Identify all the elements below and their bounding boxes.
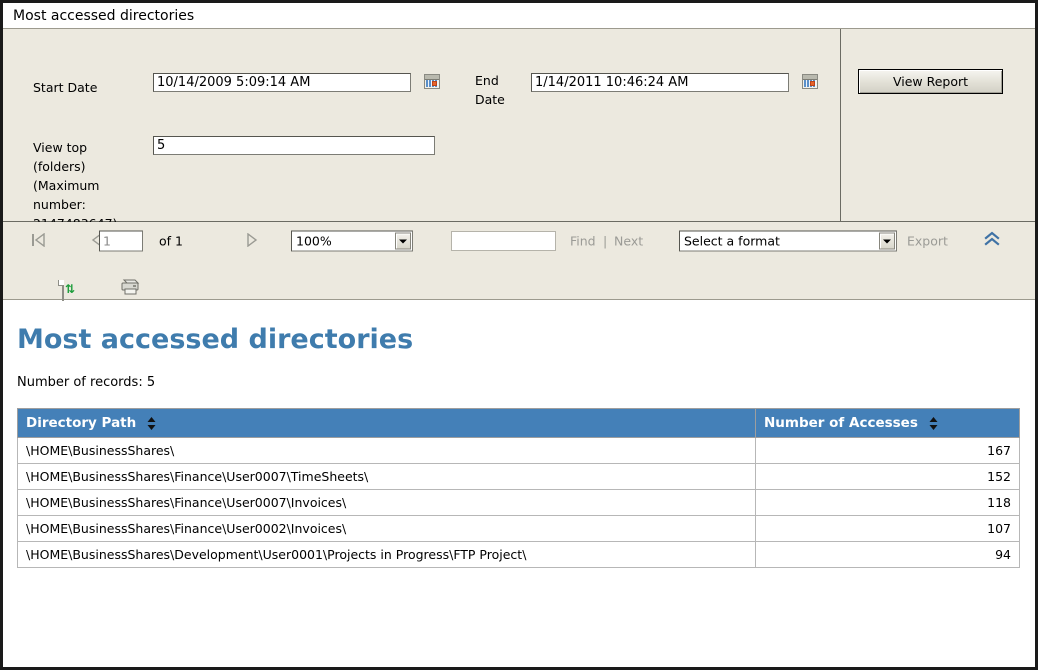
calendar-today-marker: [432, 81, 438, 86]
column-header-directory-path[interactable]: Directory Path: [17, 408, 756, 438]
start-date-input-wrap: [153, 71, 441, 92]
table-header: Directory Path Number of Accesses: [17, 408, 1020, 438]
export-format-select[interactable]: Select a format: [679, 230, 897, 252]
end-date-label-wrap: End Date: [475, 70, 525, 108]
find-input[interactable]: [451, 231, 556, 251]
next-page-icon[interactable]: [245, 233, 261, 249]
report-title: Most accessed directories: [17, 324, 414, 355]
print-icon[interactable]: [120, 279, 142, 300]
cell-number-of-accesses: 167: [755, 437, 1020, 464]
sort-toggle-icon[interactable]: [147, 416, 156, 430]
zoom-select[interactable]: 100%: [291, 230, 413, 252]
cell-directory-path: \HOME\BusinessShares\Development\User000…: [17, 541, 756, 568]
report-content: Most accessed directories Number of reco…: [3, 300, 1035, 568]
calendar-icon-start[interactable]: [424, 74, 441, 89]
cell-directory-path: \HOME\BusinessShares\: [17, 437, 756, 464]
table-header-row: Directory Path Number of Accesses: [17, 408, 1020, 438]
find-next-separator: |: [603, 233, 608, 249]
parameter-panel: Start Date End Date: [3, 29, 1035, 231]
next-link[interactable]: Next: [614, 234, 643, 249]
table-row: \HOME\BusinessShares\Finance\User0007\In…: [17, 489, 1020, 516]
end-date-input-wrap: [531, 71, 819, 92]
sort-toggle-icon[interactable]: [929, 416, 938, 430]
export-format-value: Select a format: [684, 233, 780, 249]
page-fold: [58, 280, 64, 286]
view-report-button-wrap: View Report: [858, 69, 1003, 94]
table-row: \HOME\BusinessShares\Finance\User0007\Ti…: [17, 463, 1020, 490]
end-date-label: End Date: [475, 73, 505, 107]
find-link[interactable]: Find: [570, 234, 596, 249]
view-top-label-wrap: View top (folders) (Maximum number: 2147…: [33, 137, 143, 232]
column-header-label: Directory Path: [26, 415, 137, 431]
start-date-field-group: Start Date: [33, 77, 97, 96]
table-body: \HOME\BusinessShares\ 167 \HOME\Business…: [17, 437, 1020, 568]
cell-number-of-accesses: 118: [755, 489, 1020, 516]
chevron-down-icon[interactable]: [879, 232, 895, 250]
report-toolbar: of 1 100% Find | Next Sele: [3, 222, 1035, 301]
cell-directory-path: \HOME\BusinessShares\Finance\User0007\Ti…: [17, 463, 756, 490]
calendar-icon-end[interactable]: [802, 74, 819, 89]
cell-number-of-accesses: 94: [755, 541, 1020, 568]
chevron-double-up-icon[interactable]: [983, 231, 1001, 251]
refresh-icon[interactable]: ⇅: [58, 280, 75, 301]
end-date-input[interactable]: [531, 73, 789, 92]
chevron-down-icon[interactable]: [395, 232, 411, 250]
report-viewer-window: Most accessed directories Start Date End…: [0, 0, 1038, 670]
zoom-select-value: 100%: [296, 233, 332, 249]
column-header-number-of-accesses[interactable]: Number of Accesses: [755, 408, 1020, 438]
view-report-button[interactable]: View Report: [858, 69, 1003, 94]
start-date-input[interactable]: [153, 73, 411, 92]
first-page-icon[interactable]: [31, 233, 47, 249]
table-row: \HOME\BusinessShares\ 167: [17, 437, 1020, 464]
column-header-label: Number of Accesses: [764, 415, 918, 431]
cell-directory-path: \HOME\BusinessShares\Finance\User0007\In…: [17, 489, 756, 516]
view-top-label: View top (folders) (Maximum number: 2147…: [33, 140, 117, 231]
cell-directory-path: \HOME\BusinessShares\Finance\User0002\In…: [17, 515, 756, 542]
cell-number-of-accesses: 107: [755, 515, 1020, 542]
toolbar-row-actions: ⇅: [3, 260, 1035, 301]
table-row: \HOME\BusinessShares\Development\User000…: [17, 541, 1020, 568]
view-top-input[interactable]: [153, 136, 435, 155]
table-row: \HOME\BusinessShares\Finance\User0002\In…: [17, 515, 1020, 542]
page-number-input[interactable]: [99, 230, 143, 252]
record-count-label: Number of records: 5: [17, 375, 156, 390]
view-top-input-wrap: [153, 134, 435, 155]
refresh-arrows: ⇅: [65, 282, 76, 296]
parameter-fields-area: Start Date End Date: [3, 29, 841, 231]
cell-number-of-accesses: 152: [755, 463, 1020, 490]
report-table: Directory Path Number of Accesses \HOME\…: [17, 408, 1020, 568]
export-link[interactable]: Export: [907, 234, 948, 249]
page-count-label: of 1: [159, 233, 183, 249]
toolbar-row-navigation: of 1 100% Find | Next Sele: [3, 222, 1035, 260]
calendar-today-marker: [810, 81, 816, 86]
start-date-label: Start Date: [33, 80, 98, 95]
window-title: Most accessed directories: [3, 3, 1035, 29]
